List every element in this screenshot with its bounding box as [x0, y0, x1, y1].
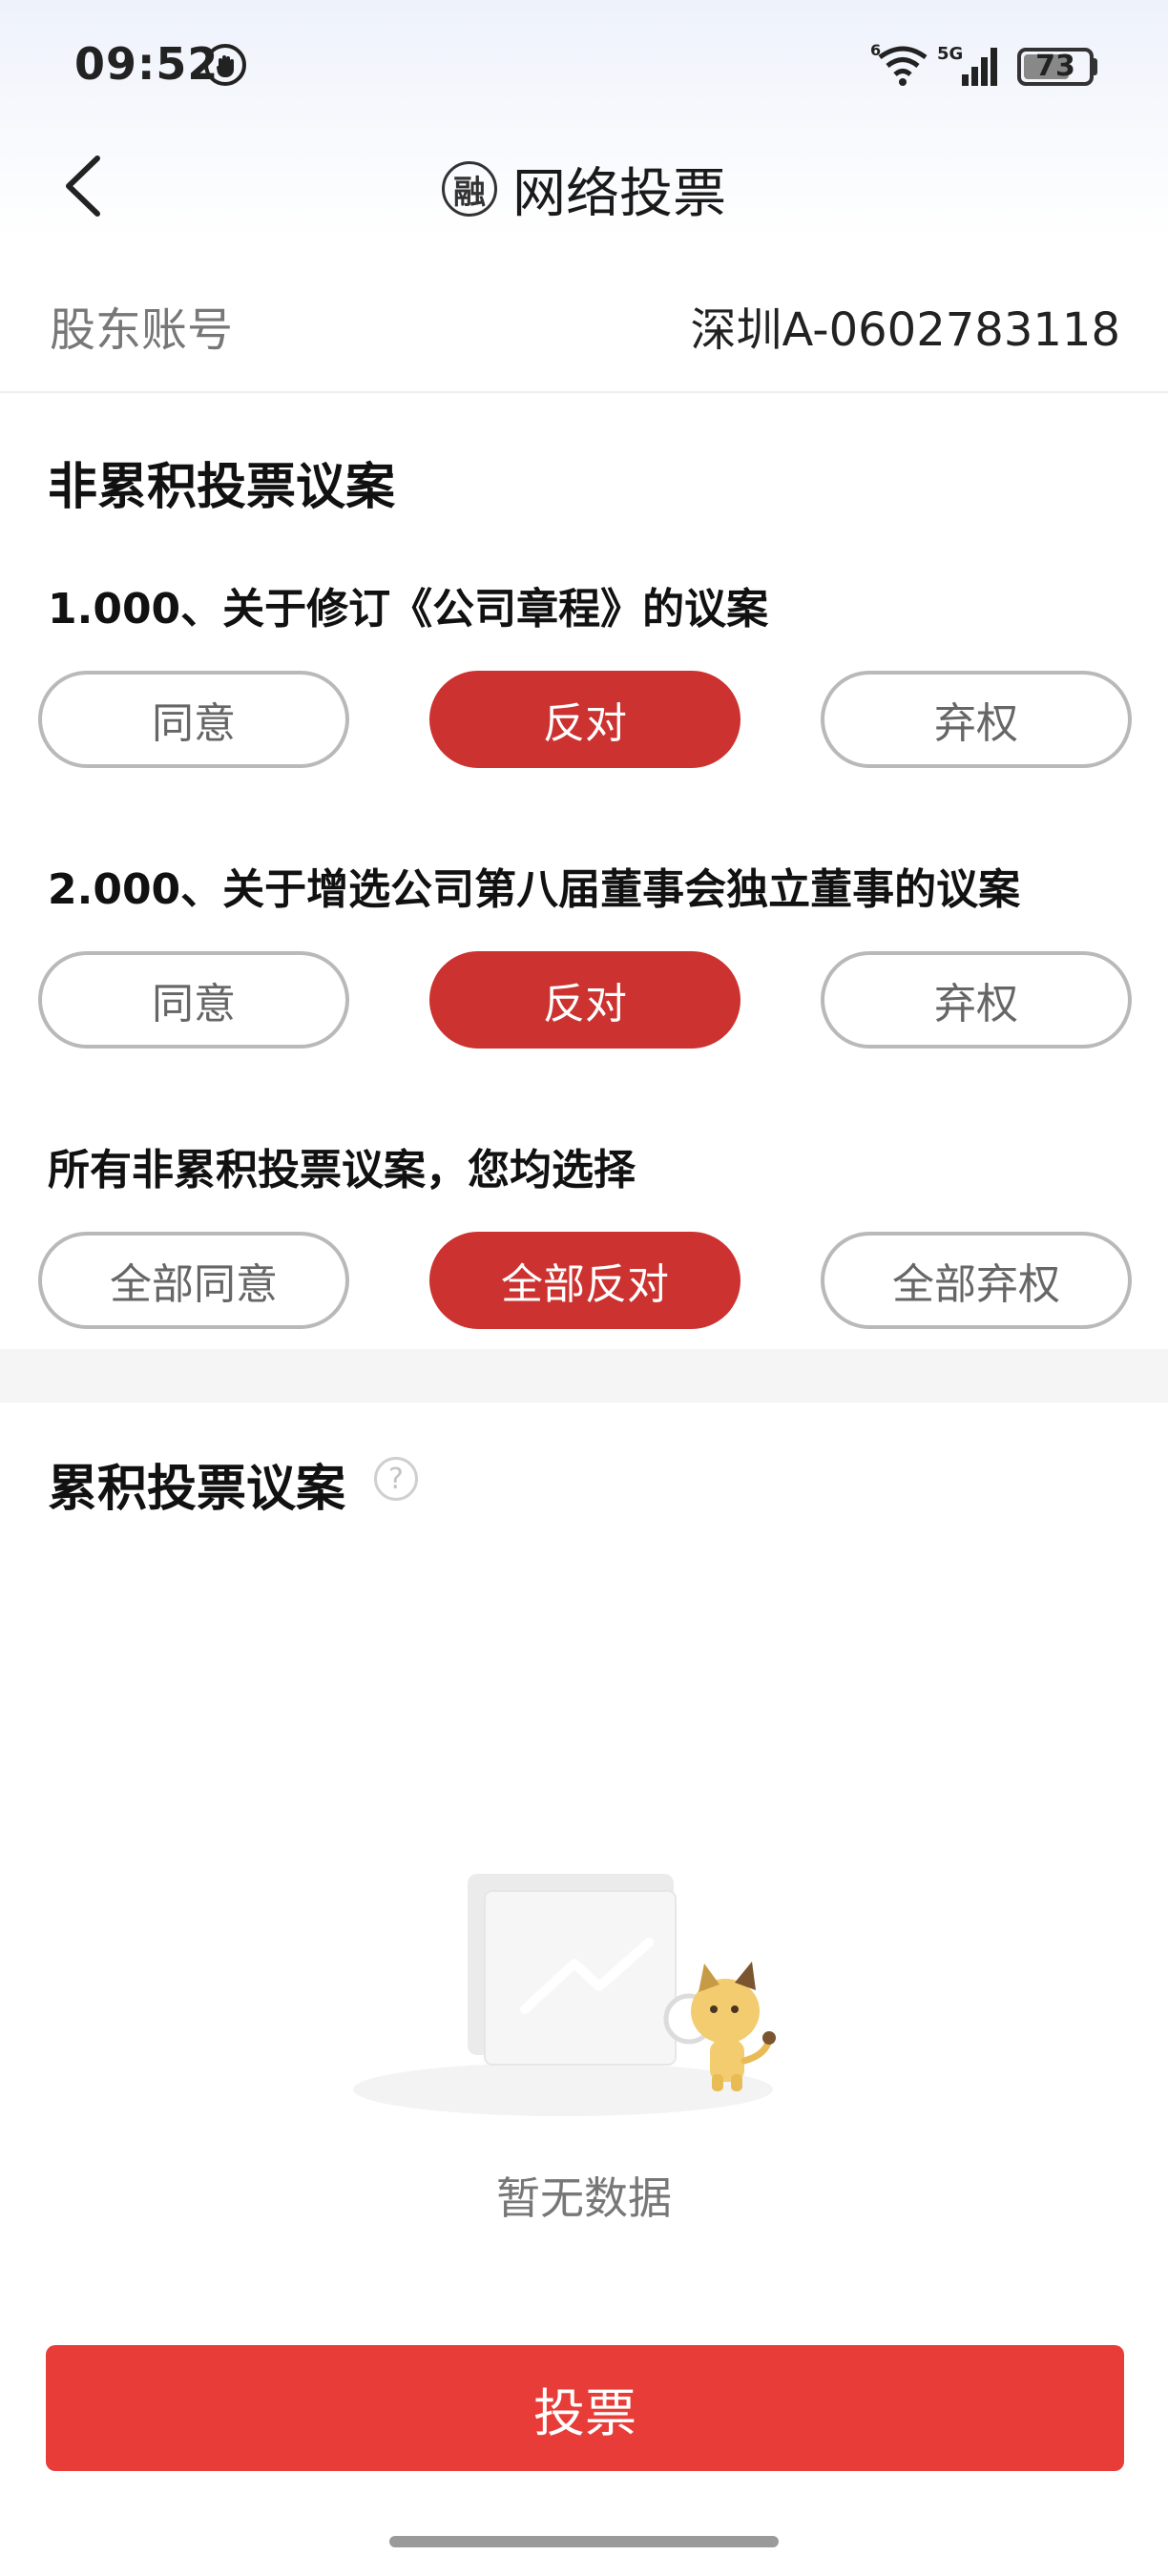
- section-divider: [0, 1349, 1168, 1402]
- motion-2-abstain-button[interactable]: 弃权: [821, 951, 1132, 1049]
- battery-icon: 73: [1017, 48, 1094, 86]
- non-cumulative-section-title: 非累积投票议案: [48, 459, 396, 516]
- account-value: 深圳A-0602783118: [690, 303, 1121, 357]
- page-title: 网络投票: [512, 162, 726, 225]
- empty-state-illustration: [353, 1874, 776, 2116]
- cumulative-section-title: 累积投票议案: [48, 1461, 346, 1518]
- battery-cap: [1092, 58, 1097, 75]
- network-type: 5G: [937, 44, 963, 64]
- bulk-choice-title: 所有非累积投票议案，您均选择: [48, 1146, 636, 1195]
- status-time: 09:52: [74, 38, 219, 90]
- motion-1-title: 1.000、关于修订《公司章程》的议案: [48, 585, 769, 634]
- all-abstain-button[interactable]: 全部弃权: [821, 1232, 1132, 1329]
- brand-logo-icon: 融: [442, 161, 497, 217]
- shareholder-account-row: 股东账号 深圳A-0602783118: [0, 250, 1168, 393]
- all-oppose-button[interactable]: 全部反对: [429, 1232, 740, 1329]
- battery-level: 73: [1035, 50, 1075, 83]
- title-bar: 融 网络投票: [0, 151, 1168, 227]
- motion-2-oppose-button[interactable]: 反对: [429, 951, 740, 1049]
- help-icon[interactable]: ?: [374, 1457, 418, 1501]
- motion-1-agree-button[interactable]: 同意: [38, 671, 349, 768]
- wifi-icon: 6: [870, 41, 928, 86]
- motion-1-abstain-button[interactable]: 弃权: [821, 671, 1132, 768]
- motion-2-title: 2.000、关于增选公司第八届董事会独立董事的议案: [48, 865, 1021, 914]
- all-agree-button[interactable]: 全部同意: [38, 1232, 349, 1329]
- motion-1-oppose-button[interactable]: 反对: [429, 671, 740, 768]
- hand-icon: [204, 44, 246, 86]
- account-label: 股东账号: [50, 303, 234, 357]
- home-indicator[interactable]: [389, 2536, 779, 2547]
- signal-network-icon: 5G: [937, 44, 997, 86]
- empty-state-text: 暂无数据: [496, 2172, 672, 2224]
- motion-2-agree-button[interactable]: 同意: [38, 951, 349, 1049]
- vote-button[interactable]: 投票: [46, 2345, 1124, 2471]
- status-bar: 09:52 6 5G 73: [0, 0, 1168, 134]
